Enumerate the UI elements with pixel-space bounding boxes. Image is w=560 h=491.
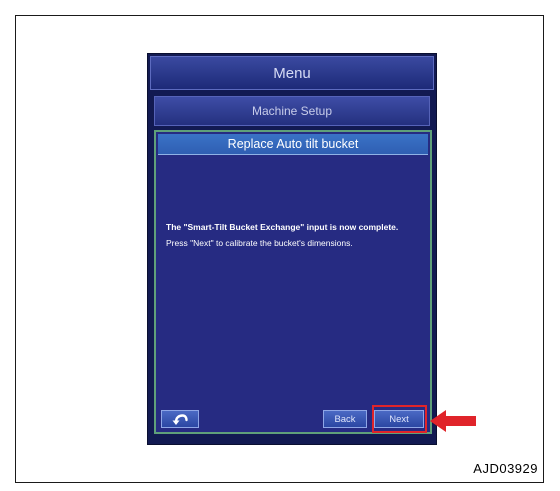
return-arrow-icon bbox=[172, 413, 188, 425]
red-pointer-arrow-icon bbox=[430, 410, 476, 432]
message-completion: The "Smart-Tilt Bucket Exchange" input i… bbox=[166, 222, 399, 232]
machine-setup-bar: Machine Setup bbox=[154, 96, 430, 126]
dialog-message: The "Smart-Tilt Bucket Exchange" input i… bbox=[166, 222, 420, 254]
return-button[interactable] bbox=[161, 410, 199, 428]
back-button[interactable]: Back bbox=[323, 410, 367, 428]
dialog-title-bar: Replace Auto tilt bucket bbox=[158, 134, 428, 155]
figure-code: AJD03929 bbox=[473, 461, 538, 476]
message-instruction: Press "Next" to calibrate the bucket's d… bbox=[166, 238, 353, 248]
next-button-highlight bbox=[372, 405, 427, 433]
back-button-label: Back bbox=[334, 413, 356, 425]
menu-title: Menu bbox=[273, 64, 311, 82]
menu-title-bar[interactable]: Menu bbox=[150, 56, 434, 90]
device-screen: Menu Machine Setup Replace Auto tilt buc… bbox=[147, 53, 437, 445]
dialog-title: Replace Auto tilt bucket bbox=[227, 137, 359, 151]
replace-bucket-dialog: Replace Auto tilt bucket The "Smart-Tilt… bbox=[154, 130, 432, 434]
section-title: Machine Setup bbox=[251, 104, 333, 118]
